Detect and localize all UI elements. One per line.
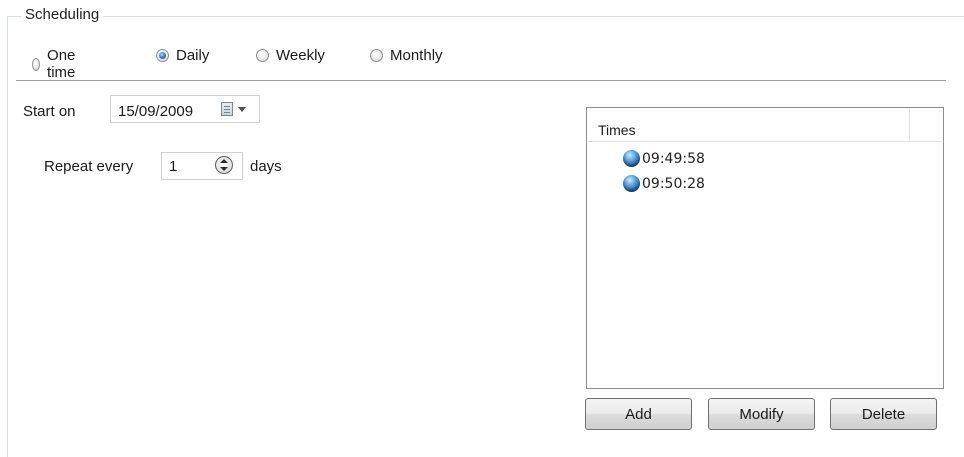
repeat-unit-label: days	[250, 158, 282, 175]
radio-dot[interactable]	[256, 49, 269, 62]
radio-label: Monthly	[390, 47, 443, 64]
time-value: 09:49:58	[642, 150, 705, 167]
radio-monthly[interactable]: Monthly	[370, 47, 443, 64]
radio-label: One time	[47, 47, 76, 81]
radio-label: Daily	[176, 47, 210, 64]
radio-label: Weekly	[276, 47, 325, 64]
times-column-header[interactable]: Times	[598, 122, 636, 138]
spinner-icon[interactable]	[215, 156, 233, 174]
times-list[interactable]: Times 09:49:58 09:50:28	[586, 107, 944, 389]
radio-dot[interactable]	[32, 57, 41, 71]
radio-weekly[interactable]: Weekly	[256, 47, 325, 64]
time-value: 09:50:28	[642, 175, 705, 192]
time-list-item[interactable]: 09:50:28	[623, 175, 705, 192]
modify-button[interactable]: Modify	[708, 398, 815, 430]
repeat-value[interactable]: 1	[169, 158, 177, 175]
radio-one-time[interactable]: One time	[32, 47, 80, 81]
calendar-icon[interactable]	[221, 102, 233, 116]
globe-time-icon	[623, 150, 640, 167]
radio-daily[interactable]: Daily	[156, 47, 209, 64]
separator	[16, 80, 946, 81]
start-on-label: Start on	[23, 103, 76, 120]
start-date-value[interactable]: 15/09/2009	[118, 103, 193, 120]
delete-button[interactable]: Delete	[830, 398, 937, 430]
add-button[interactable]: Add	[585, 398, 692, 430]
time-list-item[interactable]: 09:49:58	[623, 150, 705, 167]
times-header[interactable]: Times	[588, 109, 942, 142]
globe-time-icon	[623, 175, 640, 192]
column-divider	[909, 109, 910, 141]
chevron-down-icon[interactable]	[238, 107, 246, 112]
group-title: Scheduling	[21, 6, 104, 23]
radio-dot[interactable]	[156, 49, 169, 62]
radio-dot[interactable]	[370, 49, 383, 62]
repeat-every-label: Repeat every	[44, 158, 134, 175]
